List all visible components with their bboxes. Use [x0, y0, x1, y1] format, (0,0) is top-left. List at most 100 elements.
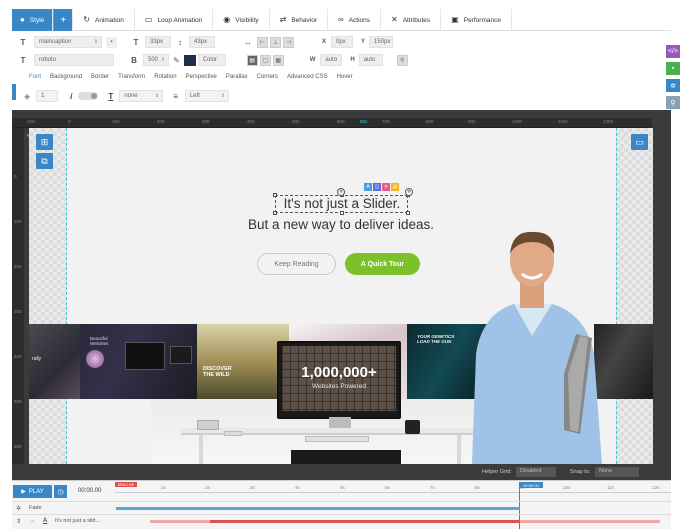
gear-icon[interactable]: ✲: [16, 505, 21, 512]
selected-layer-outline[interactable]: ✲ ✲: [275, 195, 408, 213]
tab-behavior[interactable]: ⇄ Behavior: [270, 9, 328, 31]
font-weight-select[interactable]: 500⇕: [143, 54, 169, 66]
code-icon[interactable]: </>: [666, 45, 680, 58]
current-timecode: 00:00.00: [78, 488, 101, 494]
box-button[interactable]: ▢: [260, 55, 271, 66]
showcase-panel-1: rally: [29, 324, 80, 399]
tab-visibility[interactable]: ◉ Visibility: [213, 9, 269, 31]
font-family-icon: T: [18, 56, 28, 65]
text-type-icon: T: [18, 38, 28, 47]
subtab-perspective[interactable]: Perspective: [186, 74, 217, 84]
subtab-parallax[interactable]: Parallax: [226, 74, 248, 84]
keyboard: [305, 436, 369, 442]
subtab-font[interactable]: Font: [29, 74, 41, 84]
loop-button[interactable]: ◷: [54, 485, 67, 498]
font-size-input[interactable]: 33px: [145, 36, 171, 48]
font-family-input[interactable]: roboto: [34, 54, 114, 66]
layer-action-icon-d[interactable]: ▤: [391, 183, 399, 191]
slide-canvas[interactable]: ⊞ ⧉ ▭ A ◫ ✕ ▤ It's not just a Slider. ✲ …: [29, 128, 653, 464]
align-center-button[interactable]: ⊥: [270, 37, 281, 48]
chevron-updown-icon: ⇕: [161, 57, 165, 63]
helper-grid-select[interactable]: Disabled: [516, 467, 556, 477]
right-overflow-area: [616, 128, 653, 464]
add-tab-button[interactable]: +: [53, 9, 73, 31]
subtab-transform[interactable]: Transform: [118, 74, 145, 84]
playhead-time[interactable]: 00:09.00: [519, 482, 543, 488]
websites-count: 1,000,000+: [282, 364, 396, 381]
monitor-icon: ▭: [635, 137, 644, 148]
opacity-input[interactable]: 1: [36, 90, 58, 102]
layer-action-icon-c[interactable]: ✕: [382, 183, 390, 191]
chevron-updown-icon: ⇕: [155, 93, 159, 99]
quick-tour-button[interactable]: A Quick Tour: [345, 253, 420, 275]
tab-animation[interactable]: ↻ Animation: [73, 9, 135, 31]
settings-handle-icon[interactable]: ✲: [405, 188, 413, 196]
add-layer-button[interactable]: ⊞: [36, 134, 53, 150]
timeline-row-slide[interactable]: ✲ Fade: [12, 501, 671, 513]
drag-me-marker[interactable]: DRAG ME: [115, 482, 137, 487]
desktop-view-button[interactable]: ▭: [631, 134, 648, 150]
arrow-right-icon[interactable]: →: [29, 518, 35, 524]
fullwidth-button[interactable]: ▤: [247, 55, 258, 66]
text-align-select[interactable]: Left⇕: [185, 90, 229, 102]
slide-duration-bar[interactable]: [116, 507, 520, 510]
timeline-ruler[interactable]: 1s 2s 3s 4s 5s 6s 7s 8s 9s 10s 11s 12s: [115, 483, 671, 493]
subtab-background[interactable]: Background: [50, 74, 82, 84]
style-subtabs: Font Background Border Transform Rotatio…: [29, 74, 353, 84]
slide-subheadline[interactable]: But a new way to deliver ideas.: [229, 217, 453, 232]
subtab-border[interactable]: Border: [91, 74, 109, 84]
class-select[interactable]: maincaption⇕: [34, 36, 102, 48]
layer-in-bar[interactable]: [150, 520, 210, 523]
chevron-updown-icon: ⇕: [94, 39, 98, 45]
add-layer-icon: ⊞: [41, 137, 49, 148]
drag-handle-icon[interactable]: ⇕: [16, 518, 21, 525]
mac-mini: [197, 420, 219, 430]
lock-ratio-button[interactable]: ⚲: [397, 55, 408, 66]
text-decoration-select[interactable]: none⇕: [119, 90, 163, 102]
loop-icon: ▭: [145, 16, 153, 24]
align-right-button[interactable]: ⊣: [283, 37, 294, 48]
y-input[interactable]: 150px: [369, 36, 393, 48]
save-icon[interactable]: ▪: [666, 62, 680, 75]
layer-action-icon-b[interactable]: ◫: [373, 183, 381, 191]
move-icon: ↔: [243, 38, 253, 47]
eye-icon: ◉: [223, 16, 230, 24]
play-button[interactable]: ▶ PLAY: [13, 485, 52, 498]
panel-collapse-handle[interactable]: [12, 84, 16, 100]
color-swatch[interactable]: [184, 55, 196, 66]
width-input[interactable]: auto: [320, 54, 342, 66]
row-name: Fade: [29, 505, 42, 511]
layer-out-bar[interactable]: [520, 520, 660, 523]
snap-to-select[interactable]: None: [595, 467, 639, 477]
align-left-button[interactable]: ⊢: [257, 37, 268, 48]
timeline-row-layer[interactable]: ⇕ → A It's not just a slid...: [12, 514, 671, 526]
x-input[interactable]: 0px: [331, 36, 353, 48]
subtab-advanced-css[interactable]: Advanced CSS: [287, 74, 328, 84]
coffee-mug: [405, 420, 420, 434]
helper-grid-label: Helper Grid:: [482, 469, 512, 475]
subtab-rotation[interactable]: Rotation: [154, 74, 176, 84]
gear-icon[interactable]: ✲: [666, 79, 680, 92]
color-input[interactable]: Color: [198, 54, 226, 66]
tab-attributes[interactable]: ✕ Attributes: [381, 9, 441, 31]
grid-button[interactable]: ▦: [273, 55, 284, 66]
rotate-handle-icon[interactable]: ✲: [337, 188, 345, 196]
italic-toggle[interactable]: [78, 92, 98, 100]
tab-performance[interactable]: ▣ Performance: [441, 9, 512, 31]
line-height-input[interactable]: 43px: [189, 36, 215, 48]
duplicate-layer-button[interactable]: ⧉: [36, 153, 53, 169]
tab-actions[interactable]: ∞ Actions: [328, 9, 381, 31]
height-input[interactable]: auto: [359, 54, 383, 66]
keep-reading-button[interactable]: Keep Reading: [257, 253, 336, 275]
tab-style[interactable]: ● Style: [12, 9, 53, 31]
ruler-horizontal: -100 0 100 200 300 400 500 600 700 800 9…: [12, 118, 652, 128]
save-style-icon[interactable]: ▪: [106, 37, 117, 48]
tab-loop-animation[interactable]: ▭ Loop Animation: [135, 9, 213, 31]
layer-duration-bar[interactable]: [210, 520, 520, 523]
subtab-hover[interactable]: Hover: [337, 74, 353, 84]
search-icon[interactable]: ⚲: [666, 96, 680, 109]
layer-action-icon-a[interactable]: A: [364, 183, 372, 191]
subtab-corners[interactable]: Corners: [257, 74, 278, 84]
left-grid-guide: [66, 128, 67, 464]
font-size-icon: T: [131, 38, 141, 47]
